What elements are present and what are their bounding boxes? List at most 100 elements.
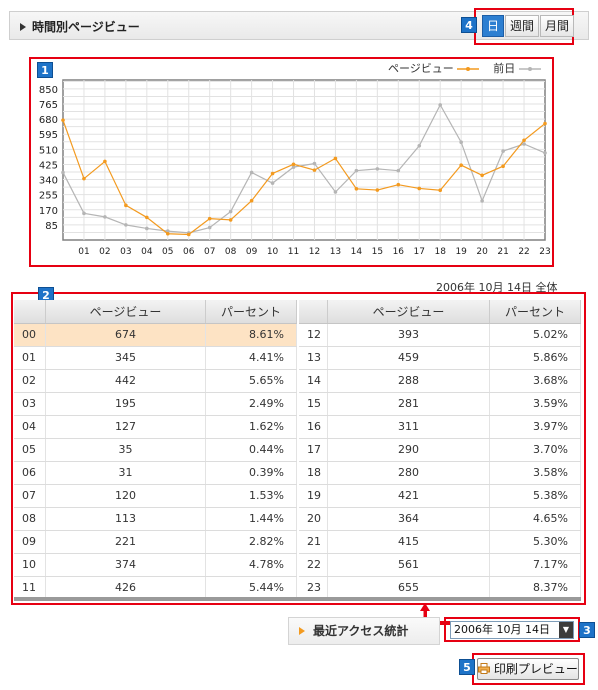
period-tabs: 日 週間 月間	[482, 15, 575, 37]
cell-hour: 12	[299, 324, 328, 346]
table-row: 15 281 3.59%	[299, 393, 581, 416]
legend-prev-label: 前日	[493, 62, 516, 75]
data-point-pageviews	[270, 171, 275, 176]
x-tick-label: 19	[455, 247, 467, 257]
data-point-previous-day	[333, 190, 338, 194]
cell-percent: 4.78%	[206, 554, 297, 576]
x-tick-label: 13	[330, 247, 341, 257]
x-tick-label: 07	[204, 247, 215, 257]
data-point-pageviews	[417, 186, 422, 191]
x-tick-label: 12	[309, 247, 320, 257]
cell-hour: 03	[14, 393, 46, 415]
data-point-pageviews	[103, 159, 107, 164]
x-tick-label: 21	[497, 247, 508, 257]
data-point-previous-day	[249, 170, 254, 175]
triangle-right-icon	[20, 23, 26, 31]
cell-hour: 05	[14, 439, 46, 461]
table-row: 02 442 5.65%	[14, 370, 297, 393]
cell-pageviews: 393	[328, 324, 490, 346]
print-preview-button[interactable]: 印刷プレビュー	[477, 658, 579, 680]
cell-pageviews: 221	[46, 531, 206, 553]
data-point-pageviews	[228, 218, 233, 222]
date-select[interactable]: 2006年 10月 14日 ▼	[450, 621, 574, 639]
x-tick-label: 03	[120, 247, 131, 257]
cell-pageviews: 127	[46, 416, 206, 438]
cell-percent: 1.44%	[206, 508, 297, 530]
x-tick-label: 02	[99, 247, 110, 257]
table-row: 18 280 3.58%	[299, 462, 581, 485]
data-point-pageviews	[543, 121, 547, 126]
data-point-pageviews	[145, 215, 149, 220]
cell-hour: 11	[14, 577, 46, 599]
cell-percent: 8.61%	[206, 324, 297, 346]
data-point-pageviews	[249, 198, 254, 203]
cell-pageviews: 288	[328, 370, 490, 392]
chevron-down-icon[interactable]: ▼	[559, 622, 573, 638]
cell-hour: 04	[14, 416, 46, 438]
data-point-pageviews	[396, 182, 401, 187]
data-point-previous-day	[82, 211, 86, 216]
header-pageviews: ページビュー	[328, 300, 490, 323]
cell-hour: 01	[14, 347, 46, 369]
cell-pageviews: 561	[328, 554, 490, 576]
cell-hour: 23	[299, 577, 328, 599]
y-tick-label: 595	[39, 130, 58, 141]
data-point-pageviews	[459, 163, 463, 167]
cell-pageviews: 345	[46, 347, 206, 369]
data-point-pageviews	[501, 164, 505, 169]
cell-hour: 10	[14, 554, 46, 576]
cell-hour: 22	[299, 554, 328, 576]
x-tick-label: 08	[225, 247, 237, 257]
table-row: 19 421 5.38%	[299, 485, 581, 508]
table-row: 17 290 3.70%	[299, 439, 581, 462]
cell-pageviews: 281	[328, 393, 490, 415]
data-point-previous-day	[417, 143, 422, 148]
cell-hour: 20	[299, 508, 328, 530]
y-tick-label: 340	[39, 176, 58, 187]
legend-today-label: ページビュー	[388, 62, 454, 75]
x-tick-label: 14	[351, 247, 363, 257]
page-title-text: 時間別ページビュー	[32, 20, 140, 34]
data-point-previous-day	[438, 103, 443, 107]
data-point-pageviews	[124, 203, 128, 208]
data-point-pageviews	[291, 162, 296, 167]
data-point-previous-day	[354, 168, 359, 173]
table-row: 13 459 5.86%	[299, 347, 581, 370]
data-point-pageviews	[186, 232, 191, 237]
data-point-previous-day	[207, 225, 212, 230]
header-pageviews: ページビュー	[46, 300, 206, 323]
data-point-previous-day	[543, 151, 547, 155]
tab-day[interactable]: 日	[482, 15, 505, 37]
x-tick-label: 15	[372, 247, 383, 257]
table-header-right: ページビュー パーセント	[299, 300, 581, 324]
cell-percent: 5.44%	[206, 577, 297, 599]
cell-hour: 14	[299, 370, 328, 392]
table-row: 21 415 5.30%	[299, 531, 581, 554]
cell-percent: 1.62%	[206, 416, 297, 438]
cell-hour: 08	[14, 508, 46, 530]
data-point-pageviews	[480, 173, 484, 178]
cell-hour: 19	[299, 485, 328, 507]
print-preview-label: 印刷プレビュー	[493, 662, 578, 676]
cell-pageviews: 290	[328, 439, 490, 461]
data-point-previous-day	[228, 209, 233, 214]
table-row: 04 127 1.62%	[14, 416, 297, 439]
cell-hour: 17	[299, 439, 328, 461]
cell-percent: 3.97%	[490, 416, 581, 438]
cell-hour: 15	[299, 393, 328, 415]
tab-month[interactable]: 月間	[540, 15, 575, 37]
cell-pageviews: 421	[328, 485, 490, 507]
data-point-pageviews	[375, 188, 380, 192]
data-point-pageviews	[61, 118, 65, 122]
cell-percent: 3.70%	[490, 439, 581, 461]
data-point-pageviews	[522, 138, 526, 143]
data-point-previous-day	[501, 149, 505, 153]
cell-percent: 2.49%	[206, 393, 297, 415]
cell-pageviews: 311	[328, 416, 490, 438]
cell-percent: 5.65%	[206, 370, 297, 392]
recent-stats-link[interactable]: 最近アクセス統計	[288, 617, 440, 645]
chart-legend: ページビュー 前日	[388, 60, 541, 76]
header-hour	[299, 300, 328, 323]
y-tick-label: 425	[39, 160, 58, 171]
tab-week[interactable]: 週間	[505, 15, 540, 37]
